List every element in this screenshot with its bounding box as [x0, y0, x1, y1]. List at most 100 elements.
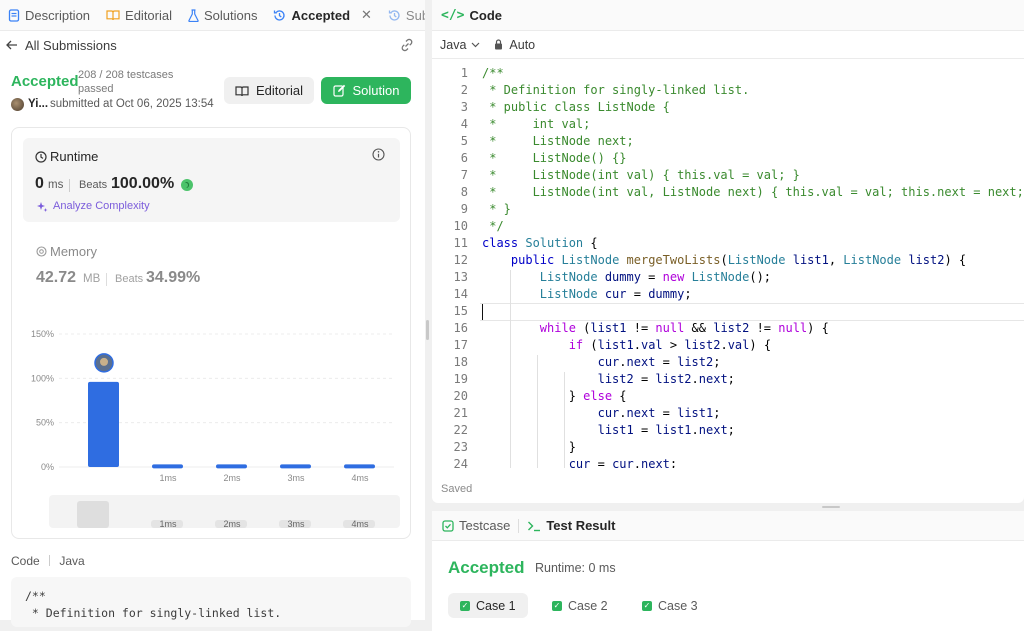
- tab-submissions[interactable]: Subm: [380, 0, 425, 30]
- code-token: cur: [568, 457, 591, 468]
- code-token: ) {: [944, 253, 967, 267]
- edit-icon: [332, 84, 346, 97]
- code-token: else: [583, 389, 613, 403]
- code-line[interactable]: */: [482, 219, 503, 233]
- current-line-highlight: [480, 303, 1024, 321]
- code-line[interactable]: list1 = list1.next;: [482, 423, 735, 437]
- book-icon: [106, 9, 120, 21]
- tab-label: Solutions: [204, 7, 258, 23]
- code-line[interactable]: * public class ListNode {: [482, 100, 670, 114]
- check-icon: ✓: [642, 600, 652, 611]
- case-3-tab[interactable]: ✓ Case 3: [630, 593, 710, 618]
- all-submissions-link[interactable]: All Submissions: [0, 31, 425, 59]
- code-editor[interactable]: 1 /** 2 * Definition for singly-linked lis…: [432, 60, 1024, 468]
- code-token: =: [590, 457, 613, 468]
- arrow-left-icon: [6, 40, 18, 50]
- solution-button[interactable]: Solution: [321, 77, 411, 104]
- tab-accepted[interactable]: Accepted ✕: [265, 0, 379, 30]
- editorial-button[interactable]: Editorial: [224, 77, 314, 104]
- flask-icon: [188, 8, 199, 22]
- code-icon: </>: [441, 7, 465, 23]
- editor-toolbar: Java Auto: [432, 31, 1024, 59]
- chevron-down-icon: [471, 42, 480, 48]
- minimap-label: 1ms: [159, 519, 177, 529]
- code-line[interactable]: if (list1.val > list2.val) {: [482, 338, 771, 352]
- username[interactable]: Yi...: [28, 98, 48, 110]
- tab-label: Subm: [405, 7, 425, 23]
- test-result-tab-label: Test Result: [546, 518, 616, 533]
- code-token: list2: [677, 355, 714, 369]
- code-line[interactable]: * ListNode(int val, ListNode next) { thi…: [482, 185, 1024, 199]
- book-icon: [235, 85, 249, 97]
- code-line[interactable]: * ListNode() {}: [482, 151, 626, 165]
- bar[interactable]: [152, 464, 183, 469]
- panel-resize-handle[interactable]: [426, 320, 429, 340]
- tab-description[interactable]: Description: [0, 0, 98, 30]
- mode-label[interactable]: Auto: [509, 38, 535, 52]
- language-label: Java: [440, 37, 467, 52]
- code-section-lang: Java: [59, 554, 85, 568]
- y-tick-label: 100%: [31, 373, 54, 383]
- tab-test-result[interactable]: Test Result: [527, 518, 615, 533]
- testcases-passed: passed: [78, 83, 114, 95]
- code-line[interactable]: list2 = list2.next;: [482, 372, 735, 386]
- result-panel-header: Testcase Test Result: [432, 511, 1024, 541]
- line-number: 13: [453, 270, 468, 284]
- bar[interactable]: [88, 381, 119, 467]
- bar[interactable]: [344, 464, 375, 469]
- code-line[interactable]: * int val;: [482, 117, 590, 131]
- tab-testcase[interactable]: Testcase: [442, 518, 510, 533]
- history-icon: [388, 9, 401, 22]
- minimap-label: 4ms: [351, 519, 369, 529]
- minimap-window: [77, 501, 109, 528]
- code-line[interactable]: * ListNode next;: [482, 134, 634, 148]
- code-token: ListNode: [539, 270, 598, 284]
- code-line[interactable]: /**: [482, 66, 504, 80]
- code-line[interactable]: cur = cur.next;: [482, 457, 677, 468]
- code-line[interactable]: ListNode cur = dummy;: [482, 287, 692, 301]
- tab-editorial[interactable]: Editorial: [98, 0, 180, 30]
- code-line[interactable]: public ListNode mergeTwoLists(ListNode l…: [482, 253, 966, 267]
- code-line[interactable]: cur.next = list2;: [482, 355, 721, 369]
- code-token: list2: [597, 372, 634, 386]
- code-line[interactable]: } else {: [482, 389, 627, 403]
- code-token: next: [626, 406, 656, 420]
- link-icon[interactable]: [399, 37, 415, 53]
- code-line[interactable]: * ListNode(int val) { this.val = val; }: [482, 168, 800, 182]
- code-line[interactable]: ListNode dummy = new ListNode();: [482, 270, 771, 284]
- code-token: .: [633, 338, 641, 352]
- vertical-resize-handle[interactable]: [822, 506, 840, 508]
- code-line[interactable]: class Solution {: [482, 236, 598, 250]
- case-1-tab[interactable]: ✓ Case 1: [448, 593, 528, 618]
- language-select[interactable]: Java: [440, 38, 480, 52]
- tab-label: Accepted: [291, 7, 351, 23]
- tab-solutions[interactable]: Solutions: [180, 0, 265, 30]
- history-icon: [273, 9, 286, 22]
- case-2-tab[interactable]: ✓ Case 2: [540, 593, 620, 618]
- editor-scrollbar[interactable]: [1018, 60, 1022, 468]
- x-tick-label: 3ms: [287, 473, 305, 483]
- code-line[interactable]: while (list1 != null && list2 != null) {: [482, 321, 829, 335]
- code-line[interactable]: * Definition for singly-linked list.: [482, 83, 749, 97]
- code-line[interactable]: cur.next = list1;: [482, 406, 721, 420]
- line-number: 19: [453, 372, 468, 386]
- code-line[interactable]: }: [482, 440, 576, 454]
- code-token: ;: [713, 355, 721, 369]
- runtime-distribution-chart[interactable]: 150% 100% 50% 0% 1ms 2ms 3ms 4ms 1ms 2ms 3ms 4ms: [12, 128, 412, 540]
- solution-button-label: Solution: [352, 83, 400, 98]
- line-number: 15: [453, 304, 468, 318]
- code-token: val: [640, 338, 663, 352]
- code-token: null: [778, 321, 808, 335]
- line-number: 4: [460, 117, 468, 131]
- close-icon[interactable]: ✕: [361, 7, 372, 23]
- code-token: &&: [684, 321, 714, 335]
- testcases-count: 208 / 208 testcases: [78, 69, 174, 81]
- bar[interactable]: [280, 464, 311, 469]
- bar[interactable]: [216, 464, 247, 469]
- code-line[interactable]: * }: [482, 202, 511, 216]
- editorial-button-label: Editorial: [256, 83, 303, 98]
